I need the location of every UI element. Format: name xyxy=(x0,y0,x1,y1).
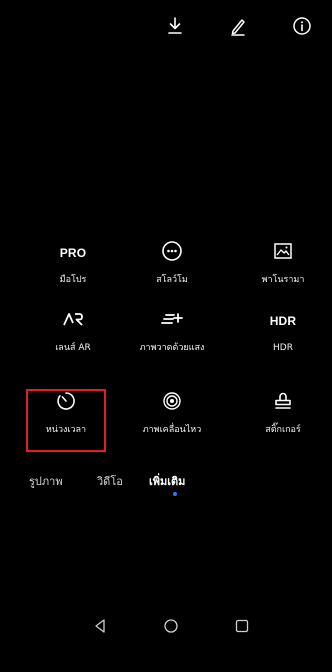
mode-panorama[interactable]: พาโนรามา xyxy=(235,240,331,310)
mode-label: สติ๊กเกอร์ xyxy=(265,425,301,435)
light-painting-icon xyxy=(161,311,183,331)
mode-label: สโลว์โม xyxy=(156,275,188,285)
back-triangle-icon[interactable] xyxy=(88,614,112,638)
top-toolbar xyxy=(0,14,332,42)
panorama-icon xyxy=(273,242,293,264)
mode-hdr[interactable]: HDR HDR xyxy=(235,308,331,378)
mode-tabs: รูปภาพ วิดีโอ เพิ่มเติม xyxy=(0,472,332,502)
pro-text-icon: PRO xyxy=(59,246,87,260)
tab-more[interactable]: เพิ่มเติม xyxy=(149,472,185,490)
tab-photo[interactable]: รูปภาพ xyxy=(29,472,63,490)
mode-label: พาโนรามา xyxy=(261,275,305,285)
mode-label: มือโปร xyxy=(59,275,87,285)
download-icon[interactable] xyxy=(163,14,187,38)
mode-label: ภาพเคลื่อนไหว xyxy=(142,425,202,435)
ar-lens-icon xyxy=(62,311,84,331)
highlight-box xyxy=(26,389,106,452)
mode-moving-picture[interactable]: ภาพเคลื่อนไหว xyxy=(124,390,220,460)
sticker-icon xyxy=(273,391,293,415)
edit-icon[interactable] xyxy=(226,14,250,38)
hdr-text-icon: HDR xyxy=(269,314,297,328)
tab-video[interactable]: วิดีโอ xyxy=(97,472,123,490)
navigation-bar xyxy=(0,614,332,644)
mode-label: ภาพวาดด้วยแสง xyxy=(139,343,205,353)
mode-ar-lens[interactable]: เลนส์ AR xyxy=(25,308,121,378)
mode-pro[interactable]: PRO มือโปร xyxy=(25,240,121,310)
mode-slow-motion[interactable]: สโลว์โม xyxy=(124,240,220,310)
home-circle-icon[interactable] xyxy=(159,614,183,638)
slow-motion-icon xyxy=(161,240,183,266)
active-tab-indicator xyxy=(173,492,177,496)
mode-light-painting[interactable]: ภาพวาดด้วยแสง xyxy=(124,308,220,378)
mode-label: เลนส์ AR xyxy=(55,343,91,353)
info-icon[interactable] xyxy=(290,14,314,38)
moving-picture-icon xyxy=(162,391,182,415)
mode-label: HDR xyxy=(273,343,293,353)
recents-square-icon[interactable] xyxy=(230,614,254,638)
mode-sticker[interactable]: สติ๊กเกอร์ xyxy=(235,390,331,460)
